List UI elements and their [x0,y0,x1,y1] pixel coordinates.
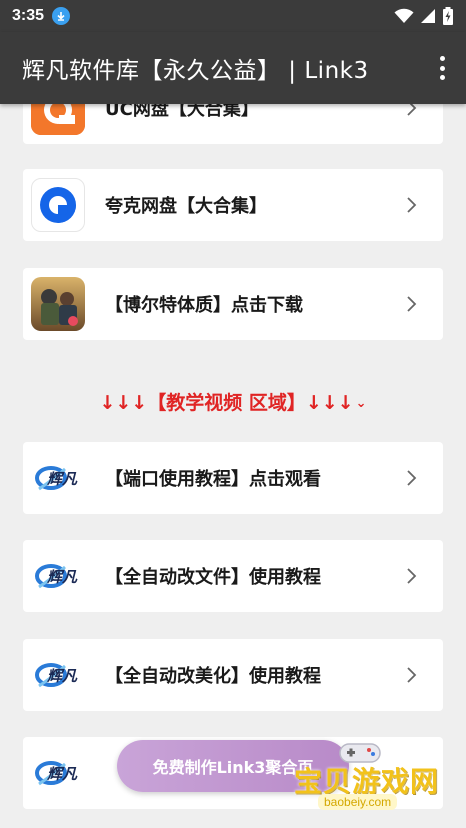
huifan-logo-icon: 辉凡 [31,549,85,603]
list-item-label: 【端口使用教程】点击观看 [105,469,321,490]
huifan-logo-icon: 辉凡 [31,648,85,702]
chevron-right-icon [407,568,417,584]
watermark: 宝贝游戏网 baobeiy.com [290,738,466,828]
list-item-auto-beautify-tutorial[interactable]: 辉凡 【全自动改美化】使用教程 [23,639,443,711]
list-item-port-tutorial[interactable]: 辉凡 【端口使用教程】点击观看 [23,442,443,514]
status-time: 3:35 [12,7,45,24]
download-icon [52,7,71,25]
battery-icon [443,7,453,25]
huifan-logo-text: 辉凡 [47,470,78,488]
huifan-logo-icon: 辉凡 [31,451,85,505]
huifan-logo-icon: 辉凡 [31,746,85,800]
app-title: 辉凡软件库【永久公益】 | Link3 [22,58,369,84]
chevron-right-icon [407,470,417,486]
chevron-right-icon [407,667,417,683]
section-title: ↓↓↓【教学视频 区域】↓↓↓ [99,392,354,414]
chevron-right-icon [407,296,417,312]
more-options-icon[interactable] [438,56,446,80]
list-item-label: 夸克网盘【大合集】 [105,196,267,217]
app-bar: 辉凡软件库【永久公益】 | Link3 [0,32,466,104]
link-list[interactable]: UC网盘【大合集】 夸克网盘【大合集】 【博尔特体质】点击下载 ↓↓↓【教学视频… [0,104,466,828]
signal-icon [421,9,435,23]
list-item-label: 【全自动改美化】使用教程 [105,666,321,687]
uc-drive-icon [31,104,85,135]
list-item-auto-file-tutorial[interactable]: 辉凡 【全自动改文件】使用教程 [23,540,443,612]
status-bar: 3:35 [0,0,466,32]
huifan-logo-text: 辉凡 [47,765,78,783]
wifi-icon [394,8,414,23]
list-item-label: 【博尔特体质】点击下载 [105,295,303,316]
chevron-right-icon [407,104,417,116]
chevron-down-icon: ⌄ [355,396,367,411]
list-item-bolt-download[interactable]: 【博尔特体质】点击下载 [23,268,443,340]
chevron-right-icon [407,197,417,213]
list-item-label: UC网盘【大合集】 [105,104,259,120]
watermark-url: baobeiy.com [318,794,398,810]
section-header-tutorials[interactable]: ↓↓↓【教学视频 区域】↓↓↓ ⌄ [0,388,466,415]
status-icons [394,7,454,25]
huifan-logo-text: 辉凡 [47,667,78,685]
quark-drive-icon [31,178,85,232]
list-item-label: 【全自动改文件】使用教程 [105,567,321,588]
list-item-uc-drive[interactable]: UC网盘【大合集】 [23,104,443,144]
list-item-quark-drive[interactable]: 夸克网盘【大合集】 [23,169,443,241]
pubg-game-icon [31,277,85,331]
huifan-logo-text: 辉凡 [47,568,78,586]
